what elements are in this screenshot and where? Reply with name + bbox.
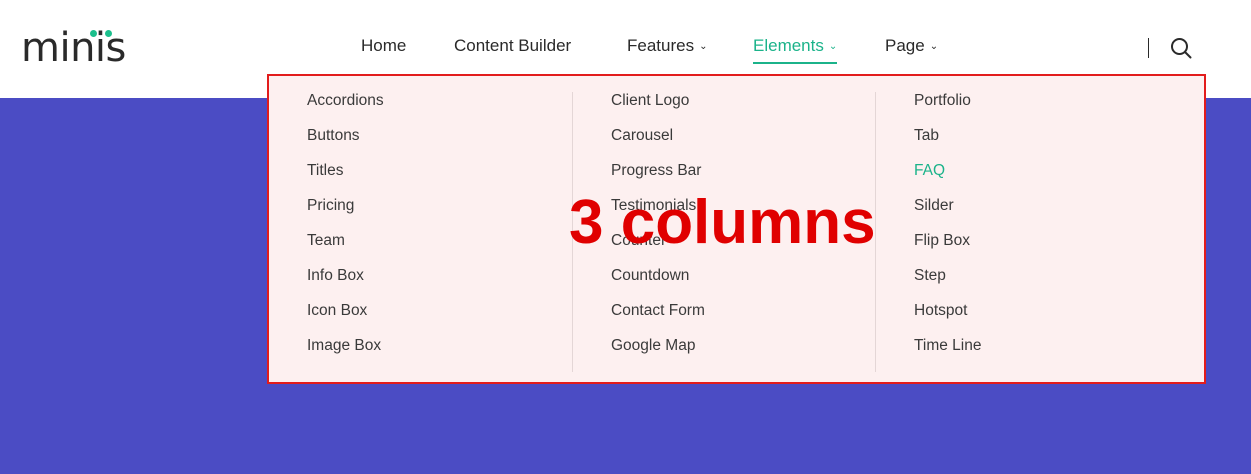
nav-item-label: Elements — [753, 36, 824, 55]
chevron-down-icon: ⌄ — [929, 41, 939, 52]
elements-mega-menu: Accordions Buttons Titles Pricing Team I… — [267, 74, 1206, 384]
menu-item-step[interactable]: Step — [914, 267, 1178, 302]
main-nav: Home Content Builder Features ⌄ Elements… — [0, 36, 1251, 64]
menu-item-contact-form[interactable]: Contact Form — [611, 302, 875, 337]
menu-item-portfolio[interactable]: Portfolio — [914, 92, 1178, 127]
nav-item-features[interactable]: Features ⌄ — [627, 36, 707, 64]
menu-item-icon-box[interactable]: Icon Box — [307, 302, 572, 337]
menu-item-countdown[interactable]: Countdown — [611, 267, 875, 302]
menu-item-carousel[interactable]: Carousel — [611, 127, 875, 162]
menu-item-buttons[interactable]: Buttons — [307, 127, 572, 162]
menu-item-client-logo[interactable]: Client Logo — [611, 92, 875, 127]
menu-item-tab[interactable]: Tab — [914, 127, 1178, 162]
nav-item-content-builder[interactable]: Content Builder — [454, 36, 571, 64]
nav-item-label: Home — [361, 36, 407, 55]
menu-item-silder[interactable]: Silder — [914, 197, 1178, 232]
nav-item-elements[interactable]: Elements ⌄ — [753, 36, 838, 64]
menu-item-progress-bar[interactable]: Progress Bar — [611, 162, 875, 197]
nav-item-label: Content Builder — [454, 36, 572, 55]
menu-item-titles[interactable]: Titles — [307, 162, 572, 197]
mega-menu-column: Client Logo Carousel Progress Bar Testim… — [572, 92, 875, 372]
menu-item-time-line[interactable]: Time Line — [914, 337, 1178, 372]
menu-item-testimonials[interactable]: Testimonials — [611, 197, 875, 232]
menu-item-flip-box[interactable]: Flip Box — [914, 232, 1178, 267]
header-divider — [1148, 38, 1149, 58]
nav-item-home[interactable]: Home — [361, 36, 406, 64]
mega-menu-column: Portfolio Tab FAQ Silder Flip Box Step H… — [875, 92, 1178, 372]
menu-item-accordions[interactable]: Accordions — [307, 92, 572, 127]
nav-item-label: Features — [627, 36, 695, 55]
menu-item-hotspot[interactable]: Hotspot — [914, 302, 1178, 337]
nav-item-label: Page — [885, 36, 925, 55]
menu-item-counter[interactable]: Counter — [611, 232, 875, 267]
menu-item-team[interactable]: Team — [307, 232, 572, 267]
menu-item-pricing[interactable]: Pricing — [307, 197, 572, 232]
menu-item-faq[interactable]: FAQ — [914, 162, 1178, 197]
nav-item-page[interactable]: Page ⌄ — [885, 36, 938, 64]
search-button[interactable] — [1170, 37, 1192, 59]
search-icon — [1171, 38, 1192, 59]
chevron-down-icon: ⌄ — [828, 41, 838, 52]
chevron-down-icon: ⌄ — [699, 41, 708, 52]
menu-item-google-map[interactable]: Google Map — [611, 337, 875, 372]
menu-item-image-box[interactable]: Image Box — [307, 337, 572, 372]
mega-menu-column: Accordions Buttons Titles Pricing Team I… — [269, 92, 572, 372]
menu-item-info-box[interactable]: Info Box — [307, 267, 572, 302]
